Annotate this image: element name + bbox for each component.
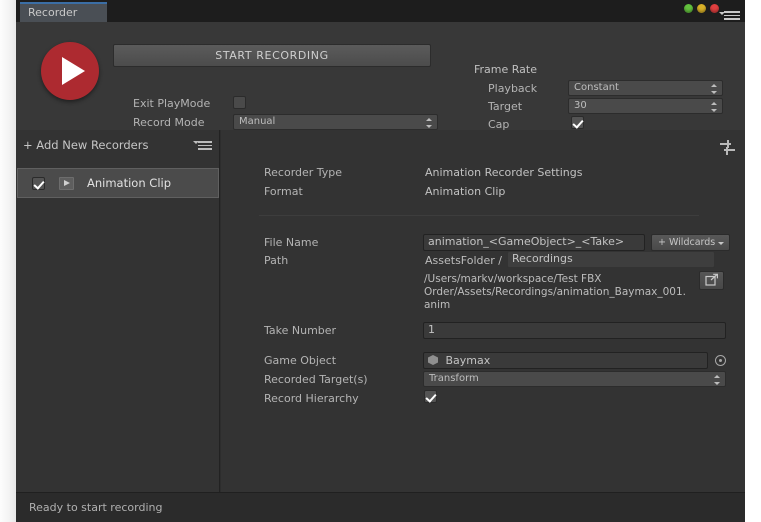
playback-dropdown[interactable]: Constant	[568, 80, 723, 96]
recorder-window: Recorder START RECORDING Exit PlayMode R…	[16, 0, 745, 522]
window-traffic-lights	[684, 4, 719, 13]
window-tab-bar: Recorder	[16, 0, 745, 22]
recorded-targets-label: Recorded Target(s)	[264, 373, 368, 386]
exit-playmode-label: Exit PlayMode	[133, 97, 211, 110]
target-fps-label: Target	[488, 100, 523, 113]
status-bar: Ready to start recording	[16, 492, 745, 522]
play-record-icon	[62, 57, 85, 85]
frame-rate-title: Frame Rate	[474, 63, 537, 76]
playback-label: Playback	[488, 82, 538, 95]
record-button[interactable]	[41, 42, 99, 100]
recorded-targets-dropdown[interactable]: Transform	[423, 371, 726, 387]
start-recording-button[interactable]: START RECORDING	[113, 44, 431, 67]
list-menu-icon[interactable]	[193, 141, 212, 150]
add-new-recorders-button[interactable]: + Add New Recorders	[23, 138, 148, 152]
recorder-type-value: Animation Recorder Settings	[425, 166, 583, 179]
sidebar-header: + Add New Recorders	[16, 130, 219, 160]
screen-root: Recorder START RECORDING Exit PlayMode R…	[0, 0, 761, 522]
path-label: Path	[264, 254, 289, 267]
tab-recorder[interactable]: Recorder	[20, 2, 107, 22]
open-external-glyph	[705, 273, 718, 286]
animation-clip-icon	[59, 176, 74, 190]
playback-value: Constant	[574, 82, 619, 93]
wildcards-button[interactable]: + Wildcards	[651, 234, 731, 251]
take-number-input[interactable]: 1	[423, 322, 726, 339]
open-external-icon[interactable]	[699, 271, 724, 290]
recorder-list-sidebar: + Add New Recorders Animation Clip	[16, 130, 220, 492]
tab-strip-empty-area	[107, 0, 745, 22]
list-item[interactable]: Animation Clip	[17, 168, 219, 198]
exit-playmode-checkbox[interactable]	[233, 96, 246, 109]
recorder-type-label: Recorder Type	[264, 166, 343, 179]
target-select-icon[interactable]	[715, 355, 726, 366]
resolved-output-path: /Users/markv/workspace/Test FBX Order/As…	[424, 273, 686, 311]
record-mode-label: Record Mode	[133, 116, 205, 129]
updown-arrows-icon	[426, 118, 433, 128]
take-number-label: Take Number	[264, 324, 337, 337]
chevron-down-icon	[719, 12, 725, 15]
prefab-cube-icon	[428, 355, 438, 365]
file-name-label: File Name	[264, 236, 319, 249]
cap-fps-checkbox[interactable]	[571, 116, 584, 129]
recorder-lower-area: + Add New Recorders Animation Clip Recor…	[16, 130, 745, 492]
window-close-dot[interactable]	[710, 4, 719, 13]
recorder-controls-section: START RECORDING Exit PlayMode Record Mod…	[16, 22, 745, 131]
game-object-field[interactable]: Baymax	[423, 352, 708, 369]
window-maximize-dot[interactable]	[697, 4, 706, 13]
game-object-value: Baymax	[445, 354, 491, 367]
format-value: Animation Clip	[425, 185, 506, 198]
preset-sliders-icon[interactable]	[720, 139, 736, 155]
record-hierarchy-checkbox[interactable]	[424, 390, 437, 403]
file-name-input[interactable]: animation_<GameObject>_<Take>	[423, 234, 645, 251]
updown-arrows-icon	[711, 84, 718, 94]
path-folder-input[interactable]: Recordings	[507, 251, 715, 268]
section-divider	[259, 215, 699, 216]
game-object-label: Game Object	[264, 354, 337, 367]
record-mode-value: Manual	[239, 116, 276, 127]
recorded-targets-value: Transform	[429, 373, 479, 384]
status-message: Ready to start recording	[29, 501, 163, 514]
recorder-item-label: Animation Clip	[87, 176, 172, 190]
chevron-down-icon	[193, 141, 199, 144]
updown-arrows-icon	[711, 102, 718, 112]
recorder-settings-panel: Recorder Type Animation Recorder Setting…	[221, 130, 745, 492]
record-mode-dropdown[interactable]: Manual	[233, 114, 438, 130]
target-fps-dropdown[interactable]: 30	[568, 98, 723, 114]
path-root-dropdown[interactable]: AssetsFolder /	[425, 254, 502, 267]
updown-arrows-icon	[714, 375, 721, 385]
target-fps-value: 30	[574, 100, 587, 111]
record-hierarchy-label: Record Hierarchy	[264, 392, 359, 405]
window-minimize-dot[interactable]	[684, 4, 693, 13]
recorder-enabled-checkbox[interactable]	[32, 176, 45, 190]
hamburger-menu-icon[interactable]	[719, 11, 740, 22]
format-label: Format	[264, 185, 303, 198]
